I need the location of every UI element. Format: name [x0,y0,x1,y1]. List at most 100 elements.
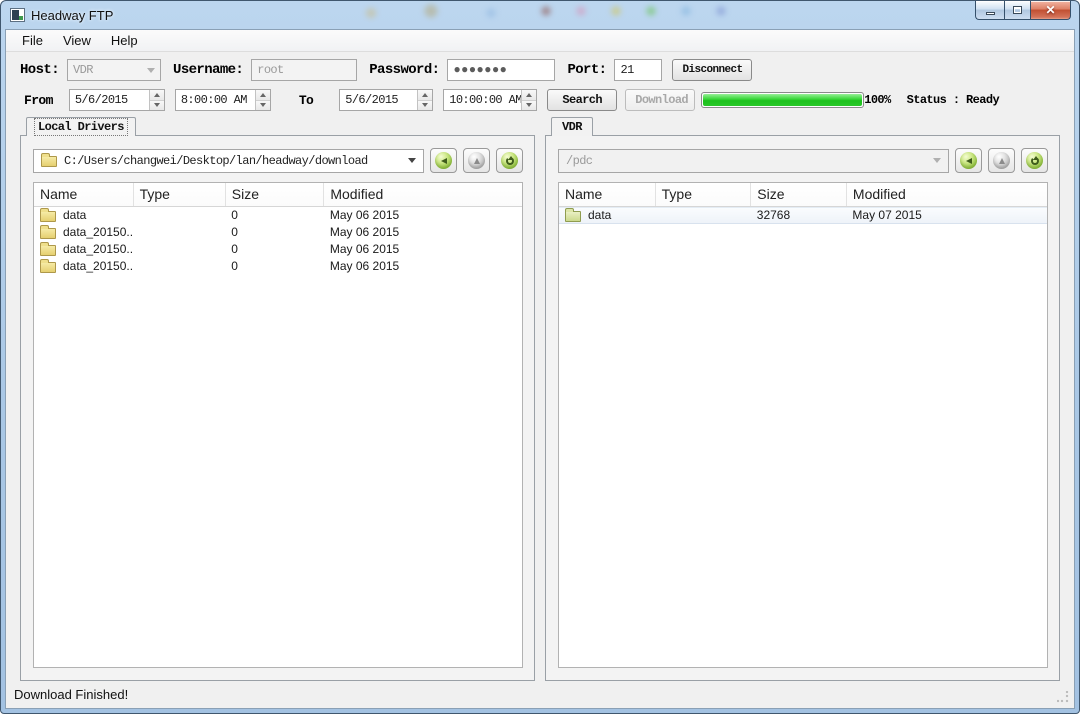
progress-bar [701,92,864,108]
column-header-modified[interactable]: Modified [846,183,1047,207]
host-value: VDR [73,63,93,77]
file-name: data_20150... [63,242,133,256]
remote-panel: VDR /pdc [545,117,1060,681]
disconnect-button[interactable]: Disconnect [672,59,752,81]
spinner-down-icon[interactable] [150,101,164,111]
local-file-list: Name Type Size Modified data [33,182,523,668]
status-bar-text: Download Finished! [14,687,128,702]
tab-local-drivers[interactable]: Local Drivers [26,117,136,136]
remote-go-button[interactable] [955,148,982,173]
status-bar: Download Finished! [6,681,1074,708]
username-label: Username: [173,62,243,78]
to-time-spinner[interactable]: 10:00:00 AM [443,89,537,111]
folder-icon [40,262,56,273]
column-header-size[interactable]: Size [225,183,324,207]
file-type [133,241,225,258]
column-header-name[interactable]: Name [34,183,133,207]
password-label: Password: [369,62,439,78]
dropdown-arrow-icon[interactable] [408,158,416,163]
tab-vdr[interactable]: VDR [551,117,593,136]
window-title: Headway FTP [31,8,113,23]
file-type [655,207,751,224]
maximize-button[interactable] [1004,1,1031,20]
spinner-up-icon[interactable] [522,90,536,101]
column-header-type[interactable]: Type [655,183,751,207]
port-value: 21 [620,63,633,77]
spinner-up-icon[interactable] [418,90,432,101]
to-label: To [299,93,313,108]
minimize-button[interactable] [975,1,1004,20]
file-row[interactable]: data_20150... 0 May 06 2015 [34,224,522,241]
column-header-name[interactable]: Name [559,183,655,207]
file-size: 0 [225,224,324,241]
password-field[interactable]: ●●●●●●● [447,59,555,81]
to-date-spinner[interactable]: 5/6/2015 [339,89,433,111]
file-size: 0 [225,207,324,224]
file-type [133,207,225,224]
back-arrow-icon [966,158,972,164]
search-toolbar: From 5/6/2015 8:00:00 AM To 5/6/2015 10:… [6,87,1074,113]
search-button[interactable]: Search [547,89,617,111]
column-header-modified[interactable]: Modified [324,183,522,207]
remote-path-value: /pdc [566,154,926,168]
up-arrow-icon [474,158,480,164]
app-icon [10,8,25,22]
menu-help[interactable]: Help [101,31,148,50]
tab-vdr-label: VDR [559,119,585,135]
maximize-icon [1013,6,1022,14]
progress-fill [703,94,862,106]
to-date-value: 5/6/2015 [340,90,417,110]
spinner-up-icon[interactable] [256,90,270,101]
close-button[interactable]: ✕ [1031,1,1071,20]
menu-view[interactable]: View [53,31,101,50]
from-time-spinner[interactable]: 8:00:00 AM [175,89,271,111]
password-value: ●●●●●●● [453,63,507,77]
spinner-down-icon[interactable] [418,101,432,111]
titlebar[interactable]: Headway FTP ✕ [1,1,1079,29]
file-row[interactable]: data_20150... 0 May 06 2015 [34,241,522,258]
host-label: Host: [20,62,59,78]
spinner-down-icon[interactable] [256,101,270,111]
column-header-type[interactable]: Type [133,183,225,207]
file-modified: May 07 2015 [846,207,1047,224]
local-refresh-button[interactable] [496,148,523,173]
local-path-combo[interactable]: C:/Users/changwei/Desktop/lan/headway/do… [33,149,424,173]
dropdown-arrow-icon[interactable] [933,158,941,163]
table-header-row: Name Type Size Modified [559,183,1047,207]
folder-icon [565,211,581,222]
file-name: data_20150... [63,259,133,273]
resize-grip[interactable] [1057,691,1069,703]
remote-refresh-button[interactable] [1021,148,1048,173]
host-combo[interactable]: VDR [67,59,161,81]
file-type [133,224,225,241]
to-time-value: 10:00:00 AM [444,90,521,110]
refresh-icon [1031,157,1039,165]
download-button[interactable]: Download [625,89,695,111]
remote-file-list: Name Type Size Modified data [558,182,1048,668]
column-header-size[interactable]: Size [751,183,847,207]
port-field[interactable]: 21 [614,59,662,81]
up-arrow-icon [999,158,1005,164]
local-up-button[interactable] [463,148,490,173]
spinner-up-icon[interactable] [150,90,164,101]
file-name: data [63,208,86,222]
app-window: Headway FTP ✕ File View Help Host: VDR U… [0,0,1080,714]
remote-path-combo[interactable]: /pdc [558,149,949,173]
folder-icon [41,156,57,167]
dropdown-arrow-icon [147,68,155,73]
local-go-button[interactable] [430,148,457,173]
username-field[interactable]: root [251,59,357,81]
spinner-down-icon[interactable] [522,101,536,111]
panels-area: Local Drivers C:/Users/changwei/Desktop/… [6,113,1074,681]
back-arrow-icon [441,158,447,164]
connection-toolbar: Host: VDR Username: root Password: ●●●●●… [6,57,1074,83]
from-date-spinner[interactable]: 5/6/2015 [69,89,165,111]
file-row[interactable]: data 32768 May 07 2015 [559,207,1047,224]
local-path-value: C:/Users/changwei/Desktop/lan/headway/do… [64,154,401,168]
folder-icon [40,245,56,256]
file-row[interactable]: data_20150... 0 May 06 2015 [34,258,522,275]
folder-icon [40,211,56,222]
menu-file[interactable]: File [12,31,53,50]
file-row[interactable]: data 0 May 06 2015 [34,207,522,224]
remote-up-button[interactable] [988,148,1015,173]
